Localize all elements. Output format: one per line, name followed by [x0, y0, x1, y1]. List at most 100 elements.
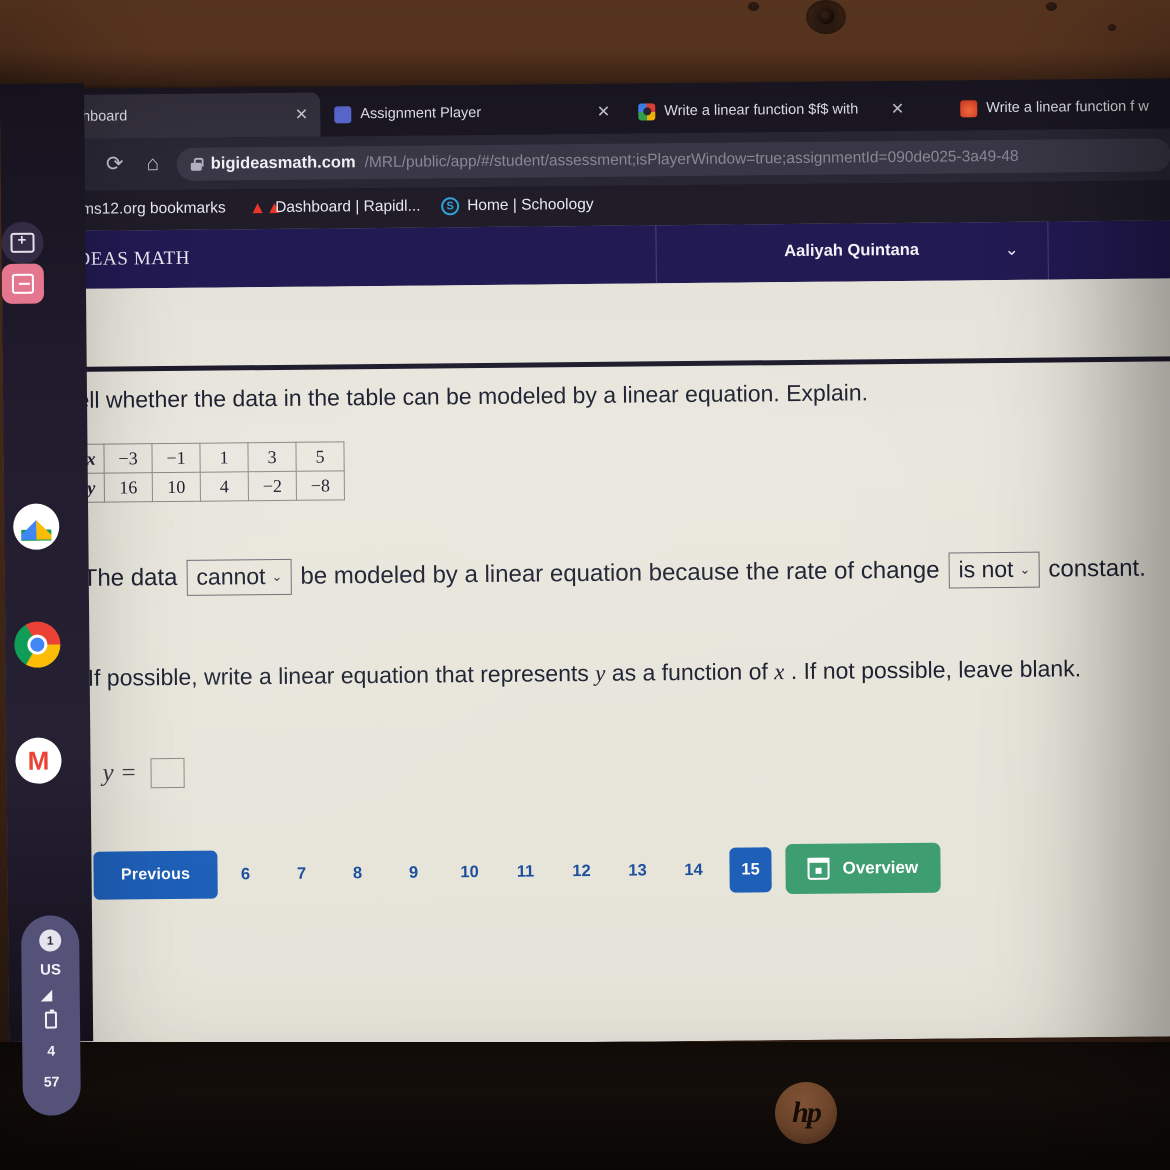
rapididentity-icon: ▲▲	[249, 197, 283, 218]
answer-text-part3: constant.	[1048, 554, 1146, 583]
table-row-x: x −3 −1 1 3 5	[77, 441, 345, 474]
prompt2-text-c: . If not possible, leave blank.	[784, 655, 1082, 685]
chevron-down-icon[interactable]: ⌄	[1005, 240, 1019, 260]
close-icon[interactable]: ✕	[597, 102, 611, 122]
header-divider	[1047, 221, 1049, 280]
dropdown-is-isnot[interactable]: is not ⌄	[948, 551, 1040, 589]
dropdown-can-cannot[interactable]: cannot ⌄	[186, 558, 292, 596]
table-cell: 10	[152, 472, 201, 502]
question-prompt-2: If possible, write a linear equation tha…	[88, 655, 1158, 692]
page-link-15-current[interactable]: 15	[729, 846, 772, 893]
user-name: Aaliyah Quintana	[784, 240, 920, 261]
dropdown-value: is not	[958, 555, 1014, 583]
equation-answer-row: y =	[102, 757, 185, 789]
answer-sentence: The data cannot ⌄ be modeled by a linear…	[83, 550, 1170, 596]
tab-title: Dashboard	[56, 108, 128, 126]
sign-in-icon[interactable]	[1, 263, 45, 304]
battery-icon[interactable]	[44, 1011, 58, 1029]
page-link-14[interactable]: 14	[665, 860, 721, 880]
page-link-11[interactable]: 11	[497, 862, 553, 882]
sign-in-glyph	[11, 273, 35, 294]
wifi-icon[interactable]: ◢	[41, 987, 61, 1004]
tab-google-search-1[interactable]: Write a linear function $f$ with ✕	[626, 87, 916, 134]
page-link-12[interactable]: 12	[553, 861, 609, 881]
table-cell: 3	[247, 442, 297, 472]
clock-hour: 4	[47, 1042, 56, 1059]
page-link-7[interactable]: 7	[273, 864, 329, 884]
chevron-down-icon: ⌄	[271, 568, 283, 585]
prompt2-text-b: as a function of	[605, 658, 775, 686]
calendar-icon	[807, 857, 830, 880]
answer-text-part1: The data	[82, 563, 178, 592]
tab-title: Write a linear function f w	[986, 98, 1149, 117]
header-divider	[655, 225, 657, 284]
clock-minute: 57	[43, 1073, 60, 1090]
reload-icon[interactable]: ⟳	[102, 151, 128, 177]
assessment-content: Tell whether the data in the table can b…	[15, 278, 1170, 1048]
laptop-photo: Dashboard ✕ Assignment Player ✕ Write a …	[0, 0, 1170, 1170]
hp-logo: hp	[775, 1082, 837, 1144]
previous-button[interactable]: Previous	[93, 850, 218, 900]
bookmark-schoology[interactable]: S Home | Schoology	[441, 195, 594, 216]
tab-title: Assignment Player	[360, 104, 482, 123]
table-cell: 16	[104, 472, 153, 503]
bezel-screw	[1108, 24, 1116, 31]
desk-background	[0, 0, 1170, 92]
equation-label: y =	[102, 759, 137, 787]
close-icon[interactable]: ✕	[891, 99, 905, 119]
laptop-bottom-bezel	[0, 1042, 1170, 1170]
bezel-screw	[748, 2, 759, 11]
close-icon[interactable]: ✕	[295, 105, 309, 125]
system-tray[interactable]: 1 US ◢ 4 57	[20, 915, 81, 1116]
question-prompt: Tell whether the data in the table can b…	[64, 379, 869, 414]
page-link-9[interactable]: 9	[385, 863, 441, 883]
table-cell: 4	[200, 471, 249, 502]
equation-input[interactable]	[150, 757, 185, 789]
page-link-6[interactable]: 6	[217, 865, 273, 885]
content-divider	[40, 356, 1170, 373]
table-cell: 5	[295, 441, 345, 472]
overview-button[interactable]: Overview	[785, 842, 941, 895]
bezel-screw	[1046, 2, 1057, 11]
webcam	[806, 0, 846, 34]
url-path: /MRL/public/app/#/student/assessment;isP…	[364, 147, 1019, 171]
lock-icon	[191, 158, 202, 171]
prompt2-var-x: x	[774, 659, 785, 685]
page-link-8[interactable]: 8	[329, 863, 385, 883]
chromeos-shelf: 1 US ◢ 4 57	[0, 83, 94, 1116]
prompt2-text-a: If possible, write a linear equation tha…	[87, 659, 596, 691]
chrome-icon[interactable]	[14, 621, 61, 668]
table-cell: −1	[151, 443, 201, 473]
google-icon	[638, 102, 656, 120]
schoology-icon: S	[441, 197, 460, 216]
table-cell: −8	[296, 470, 345, 501]
page-link-10[interactable]: 10	[441, 862, 497, 882]
tab-assignment-player[interactable]: Assignment Player ✕	[322, 90, 622, 137]
table-cell: −3	[103, 443, 153, 474]
tab-google-search-2[interactable]: Write a linear function f w	[948, 84, 1170, 130]
notification-badge[interactable]: 1	[39, 929, 62, 952]
laptop-screen: Dashboard ✕ Assignment Player ✕ Write a …	[0, 78, 1170, 1048]
tab-title: Write a linear function $f$ with	[664, 101, 859, 120]
data-table: x −3 −1 1 3 5 y 16 10 4 −2 −8	[77, 441, 345, 503]
home-icon[interactable]: ⌂	[140, 151, 166, 177]
prompt2-var-y: y	[595, 660, 606, 686]
screen-capture-icon[interactable]	[1, 221, 44, 264]
bookmark-label: Home | Schoology	[467, 195, 594, 215]
table-cell: 1	[199, 442, 249, 473]
gmail-icon[interactable]	[15, 737, 62, 784]
page-link-13[interactable]: 13	[609, 861, 665, 881]
overview-label: Overview	[842, 857, 919, 878]
chrome-browser-window: Dashboard ✕ Assignment Player ✕ Write a …	[0, 78, 1170, 1048]
url-host: bigideasmath.com	[210, 153, 356, 173]
google-drive-icon[interactable]	[13, 503, 60, 550]
keyboard-layout-indicator[interactable]: US	[40, 961, 61, 978]
bookmark-label: Dashboard | Rapidl...	[275, 197, 421, 216]
answer-text-part2: be modeled by a linear equation because …	[300, 556, 940, 590]
bookmark-rapididentity[interactable]: ▲▲ Dashboard | Rapidl...	[249, 198, 420, 218]
screen-capture-glyph	[10, 232, 35, 253]
chevron-down-icon: ⌄	[1019, 561, 1031, 577]
dropdown-value: cannot	[196, 563, 266, 590]
pagination-bar: Previous 6 7 8 9 10 11 12 13 14 15 Overv…	[93, 842, 941, 901]
table-row-y: y 16 10 4 −2 −8	[78, 470, 345, 503]
